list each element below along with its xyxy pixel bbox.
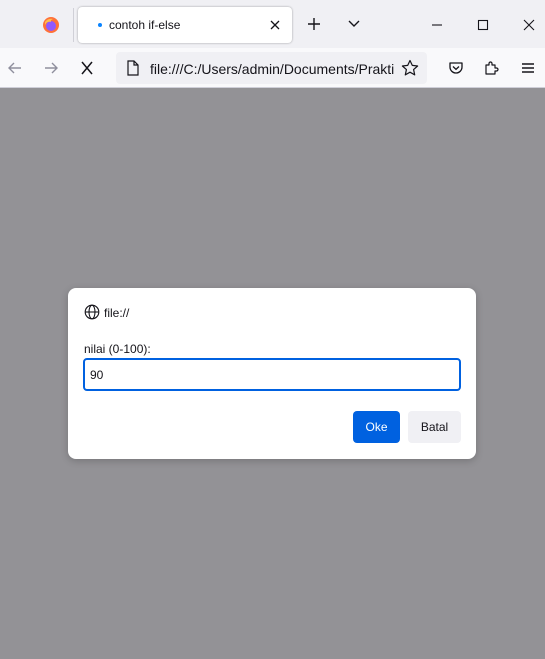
- firefox-logo-icon: [43, 17, 59, 33]
- window-close-icon[interactable]: [519, 15, 539, 35]
- dialog-origin: file://: [104, 306, 130, 320]
- cancel-button[interactable]: Batal: [408, 411, 461, 443]
- bookmark-star-icon[interactable]: [400, 58, 420, 78]
- prompt-dialog: file:// nilai (0-100): Oke Batal: [68, 288, 476, 459]
- prompt-input[interactable]: [83, 358, 461, 391]
- maximize-icon[interactable]: [473, 15, 493, 35]
- tab-strip: contoh if-else: [0, 0, 545, 48]
- tab-title: contoh if-else: [109, 18, 181, 32]
- forward-arrow-right-icon[interactable]: [41, 58, 61, 78]
- tab-separator: [73, 8, 74, 42]
- minimize-icon[interactable]: [427, 15, 447, 35]
- tab-list-chevron-down-icon[interactable]: [345, 15, 363, 33]
- back-arrow-left-icon[interactable]: [5, 58, 25, 78]
- url-bar[interactable]: file:///C:/Users/admin/Documents/Praktik…: [116, 52, 427, 84]
- prompt-label: nilai (0-100):: [84, 342, 151, 356]
- stop-loading-icon[interactable]: [77, 58, 97, 78]
- pocket-icon[interactable]: [446, 58, 466, 78]
- extensions-puzzle-icon[interactable]: [482, 58, 502, 78]
- ok-button[interactable]: Oke: [353, 411, 400, 443]
- loading-indicator-icon: [98, 23, 102, 27]
- menu-hamburger-icon[interactable]: [518, 58, 538, 78]
- tab-close-icon[interactable]: [266, 16, 284, 34]
- navigation-bar: file:///C:/Users/admin/Documents/Praktik…: [0, 48, 545, 88]
- new-tab-plus-icon[interactable]: [305, 15, 323, 33]
- tab-active[interactable]: contoh if-else: [78, 7, 292, 43]
- page-document-icon[interactable]: [124, 59, 142, 77]
- url-text[interactable]: file:///C:/Users/admin/Documents/Praktik…: [150, 61, 394, 77]
- globe-icon: [84, 304, 100, 320]
